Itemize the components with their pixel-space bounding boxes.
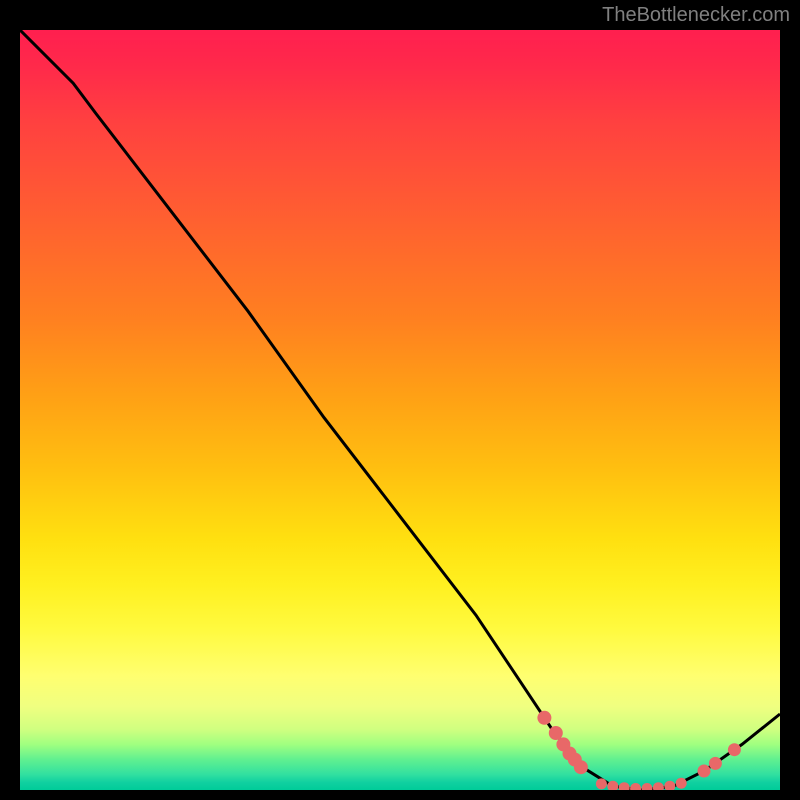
data-marker — [642, 783, 653, 790]
bottleneck-curve — [20, 30, 780, 790]
data-marker — [549, 726, 563, 740]
chart-svg — [20, 30, 780, 790]
curve-line — [20, 30, 780, 790]
attribution-text: TheBottlenecker.com — [602, 4, 790, 27]
data-marker — [698, 765, 711, 778]
data-marker — [709, 757, 722, 770]
data-marker — [537, 711, 551, 725]
data-marker — [676, 778, 687, 789]
data-marker — [728, 743, 741, 756]
data-marker — [664, 781, 675, 790]
data-marker — [619, 782, 630, 790]
data-markers — [537, 711, 741, 790]
data-marker — [630, 783, 641, 790]
data-marker — [574, 760, 588, 774]
data-marker — [596, 778, 607, 789]
chart-area — [20, 30, 780, 790]
data-marker — [653, 782, 664, 790]
